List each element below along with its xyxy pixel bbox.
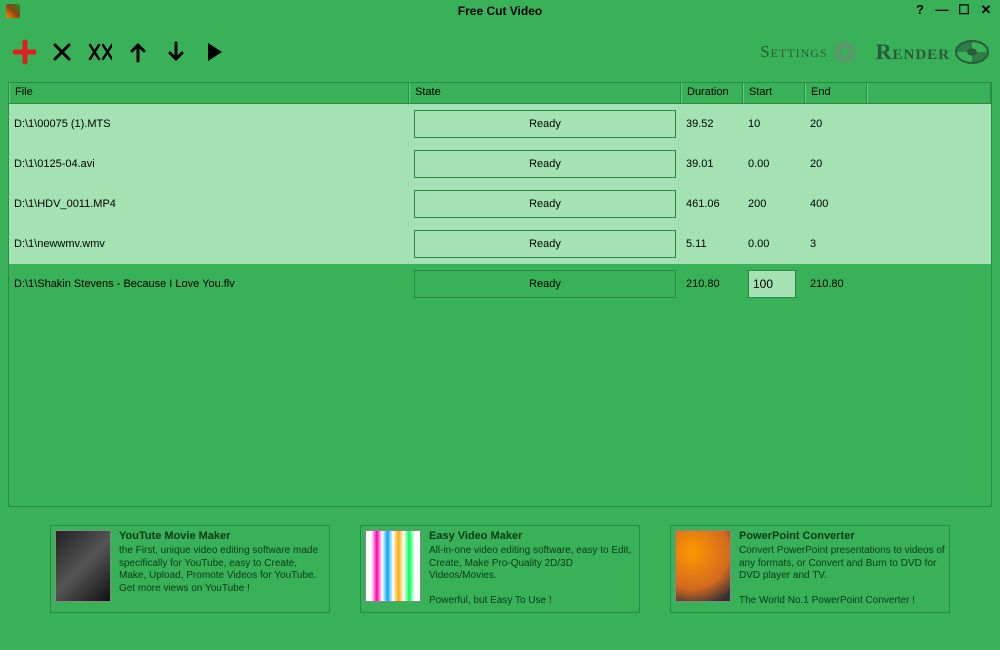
start-input[interactable] (748, 270, 796, 298)
table-row[interactable]: D:\1\Shakin Stevens - Because I Love You… (9, 264, 991, 304)
header-rest (867, 83, 991, 103)
remove-all-button[interactable] (88, 40, 112, 64)
move-up-button[interactable] (126, 40, 150, 64)
minimize-button[interactable]: — (934, 3, 950, 19)
cell-end[interactable]: 210.80 (805, 264, 867, 304)
cell-end[interactable]: 400 (805, 184, 867, 224)
promo-desc: Convert PowerPoint presentations to vide… (739, 545, 945, 608)
cell-duration: 5.11 (681, 224, 743, 264)
cell-file: D:\1\newwmv.wmv (9, 224, 409, 264)
settings-button[interactable]: Settings (760, 39, 857, 65)
cell-start[interactable] (743, 264, 805, 304)
render-button[interactable]: Render (876, 34, 990, 70)
header-file[interactable]: File (9, 83, 409, 103)
remove-button[interactable] (50, 40, 74, 64)
cell-state: Ready (409, 104, 681, 144)
header-state[interactable]: State (409, 83, 681, 103)
promo-desc: All-in-one video editing software, easy … (429, 545, 635, 608)
play-button[interactable] (202, 40, 226, 64)
arrow-down-icon (167, 41, 185, 63)
cell-start[interactable]: 0.00 (743, 144, 805, 184)
cell-start[interactable]: 0.00 (743, 224, 805, 264)
table-row[interactable]: D:\1\00075 (1).MTSReady39.521020 (9, 104, 991, 144)
app-icon (6, 4, 20, 18)
promo-easy-video-maker[interactable]: Easy Video Maker All-in-one video editin… (360, 525, 640, 613)
state-box: Ready (414, 270, 676, 298)
state-box: Ready (414, 110, 676, 138)
cell-end[interactable]: 20 (805, 104, 867, 144)
cell-end[interactable]: 20 (805, 144, 867, 184)
cell-state: Ready (409, 264, 681, 304)
promo-title: PowerPoint Converter (739, 530, 945, 542)
cell-file: D:\1\Shakin Stevens - Because I Love You… (9, 264, 409, 304)
cell-file: D:\1\HDV_0011.MP4 (9, 184, 409, 224)
double-x-icon (88, 42, 112, 62)
state-box: Ready (414, 150, 676, 178)
promo-title: Easy Video Maker (429, 530, 635, 542)
table-row[interactable]: D:\1\0125-04.aviReady39.010.0020 (9, 144, 991, 184)
cell-state: Ready (409, 184, 681, 224)
header-end[interactable]: End (805, 83, 867, 103)
header-duration[interactable]: Duration (681, 83, 743, 103)
cell-duration: 39.52 (681, 104, 743, 144)
maximize-button[interactable]: ☐ (956, 3, 972, 19)
cell-state: Ready (409, 144, 681, 184)
table-header: File State Duration Start End (9, 83, 991, 104)
cell-state: Ready (409, 224, 681, 264)
promo-thumb (55, 530, 111, 602)
promo-area: YouTute Movie Maker the First, unique vi… (50, 525, 950, 613)
help-button[interactable]: ? (912, 3, 928, 19)
state-box: Ready (414, 230, 676, 258)
header-start[interactable]: Start (743, 83, 805, 103)
plus-icon (12, 39, 36, 65)
arrow-up-icon (129, 41, 147, 63)
render-label: Render (876, 39, 950, 65)
play-icon (205, 41, 223, 63)
promo-powerpoint-converter[interactable]: PowerPoint Converter Convert PowerPoint … (670, 525, 950, 613)
cell-start[interactable]: 10 (743, 104, 805, 144)
app-title: Free Cut Video (458, 4, 542, 18)
x-icon (52, 42, 72, 62)
toolbar: Settings Render (0, 22, 1000, 82)
cell-start[interactable]: 200 (743, 184, 805, 224)
disc-icon (954, 34, 990, 70)
move-down-button[interactable] (164, 40, 188, 64)
title-bar: Free Cut Video ? — ☐ ✕ (0, 0, 1000, 22)
cell-duration: 210.80 (681, 264, 743, 304)
cell-file: D:\1\0125-04.avi (9, 144, 409, 184)
cell-duration: 39.01 (681, 144, 743, 184)
table-row[interactable]: D:\1\HDV_0011.MP4Ready461.06200400 (9, 184, 991, 224)
settings-label: Settings (760, 42, 827, 62)
table-row[interactable]: D:\1\newwmv.wmvReady5.110.003 (9, 224, 991, 264)
promo-title: YouTute Movie Maker (119, 530, 325, 542)
promo-thumb (365, 530, 421, 602)
promo-desc: the First, unique video editing software… (119, 545, 325, 595)
promo-youtube-maker[interactable]: YouTute Movie Maker the First, unique vi… (50, 525, 330, 613)
close-button[interactable]: ✕ (978, 3, 994, 19)
cell-end[interactable]: 3 (805, 224, 867, 264)
gear-icon (832, 39, 858, 65)
table-body: D:\1\00075 (1).MTSReady39.521020D:\1\012… (9, 104, 991, 505)
cell-duration: 461.06 (681, 184, 743, 224)
file-table: File State Duration Start End D:\1\00075… (8, 82, 992, 507)
cell-file: D:\1\00075 (1).MTS (9, 104, 409, 144)
state-box: Ready (414, 190, 676, 218)
promo-thumb (675, 530, 731, 602)
add-button[interactable] (12, 40, 36, 64)
